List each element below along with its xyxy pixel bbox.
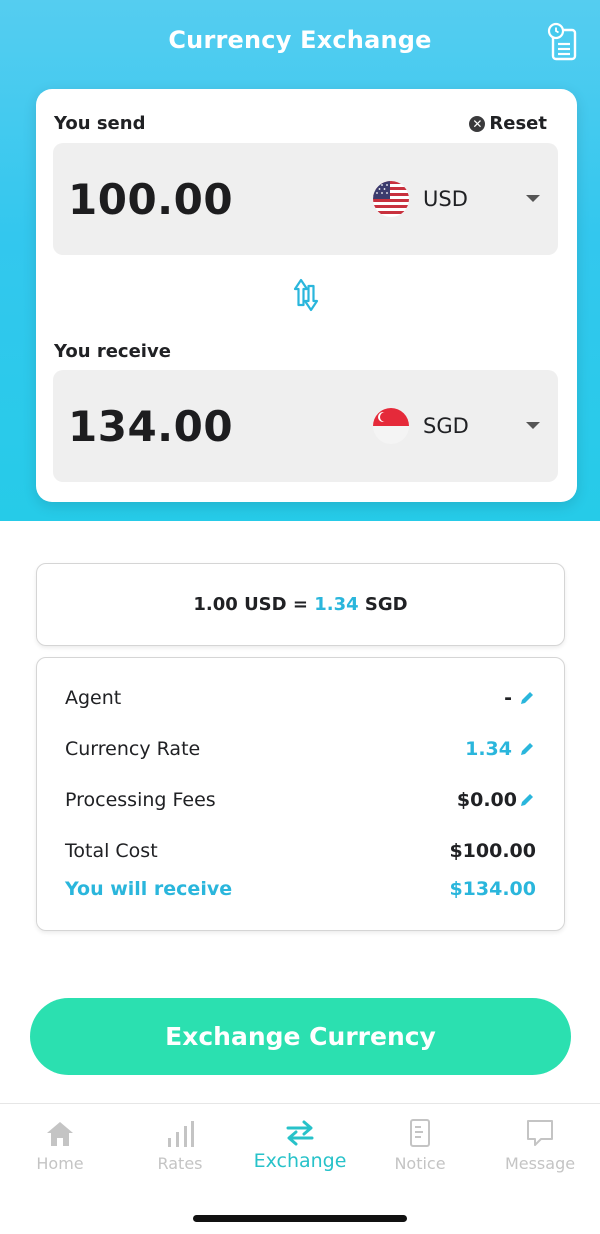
receive-amount-field[interactable]: 134.00 SGD	[53, 370, 558, 482]
agent-label: Agent	[65, 687, 122, 709]
tab-message[interactable]: Message	[480, 1116, 600, 1173]
history-button[interactable]	[546, 22, 580, 62]
edit-agent-icon[interactable]	[518, 689, 536, 707]
currency-rate-label: Currency Rate	[65, 738, 201, 760]
agent-value: -	[504, 687, 512, 709]
converter-card: You send ✕ Reset 100.00 USD You receive …	[36, 89, 577, 502]
home-icon	[47, 1122, 73, 1146]
us-flag-icon	[373, 181, 409, 217]
swap-vertical-icon	[293, 278, 319, 312]
tab-home[interactable]: Home	[0, 1116, 120, 1173]
receive-total-label: You will receive	[65, 878, 233, 900]
receive-label: You receive	[54, 341, 171, 362]
tab-notice[interactable]: Notice	[360, 1116, 480, 1173]
rate-suffix: SGD	[358, 594, 408, 615]
details-card: Agent - Currency Rate 1.34 Processing Fe…	[36, 657, 565, 931]
reset-label: Reset	[489, 113, 547, 134]
exchange-arrows-icon	[286, 1120, 314, 1146]
exchange-currency-button[interactable]: Exchange Currency	[30, 998, 571, 1075]
send-currency-select[interactable]: USD	[373, 179, 548, 219]
receive-total-row: You will receive $134.00	[65, 874, 536, 904]
edit-rate-icon[interactable]	[518, 740, 536, 758]
receive-total-value: $134.00	[449, 878, 536, 900]
tab-exchange[interactable]: Exchange	[240, 1116, 360, 1172]
swap-button[interactable]	[287, 275, 325, 317]
tab-home-label: Home	[36, 1154, 84, 1173]
chat-bubble-icon	[527, 1120, 553, 1146]
total-cost-row: Total Cost $100.00	[65, 836, 536, 866]
tab-notice-label: Notice	[394, 1154, 446, 1173]
processing-fees-label: Processing Fees	[65, 789, 216, 811]
tab-message-label: Message	[504, 1154, 576, 1173]
sg-flag-icon	[373, 408, 409, 444]
receive-amount: 134.00	[68, 402, 234, 451]
chevron-down-icon	[526, 195, 540, 202]
edit-fees-icon[interactable]	[518, 791, 536, 809]
tab-rates[interactable]: Rates	[120, 1116, 240, 1173]
reset-button[interactable]: ✕ Reset	[469, 113, 547, 134]
processing-fees-value: $0.00	[456, 789, 517, 811]
send-label: You send	[54, 113, 146, 134]
agent-row: Agent -	[65, 683, 536, 713]
processing-fees-row: Processing Fees $0.00	[65, 785, 536, 815]
send-amount[interactable]: 100.00	[68, 175, 233, 224]
currency-rate-value: 1.34	[465, 738, 512, 760]
tab-rates-label: Rates	[157, 1154, 203, 1173]
send-currency-code: USD	[423, 187, 468, 211]
history-list-icon	[547, 22, 577, 61]
exchange-rate-banner: 1.00 USD = 1.34 SGD	[36, 563, 565, 646]
send-amount-field[interactable]: 100.00 USD	[53, 143, 558, 255]
receive-currency-select[interactable]: SGD	[373, 406, 548, 446]
rate-value: 1.34	[314, 594, 359, 615]
page-title: Currency Exchange	[168, 26, 432, 54]
tab-exchange-label: Exchange	[253, 1150, 347, 1172]
currency-rate-row: Currency Rate 1.34	[65, 734, 536, 764]
rate-prefix: 1.00 USD =	[193, 594, 315, 615]
document-icon	[410, 1119, 430, 1147]
total-cost-label: Total Cost	[65, 840, 158, 862]
chevron-down-icon	[526, 422, 540, 429]
close-circle-icon: ✕	[469, 115, 486, 132]
receive-currency-code: SGD	[423, 414, 469, 438]
bar-chart-icon	[168, 1121, 194, 1147]
home-indicator	[193, 1215, 407, 1222]
total-cost-value: $100.00	[449, 840, 536, 862]
